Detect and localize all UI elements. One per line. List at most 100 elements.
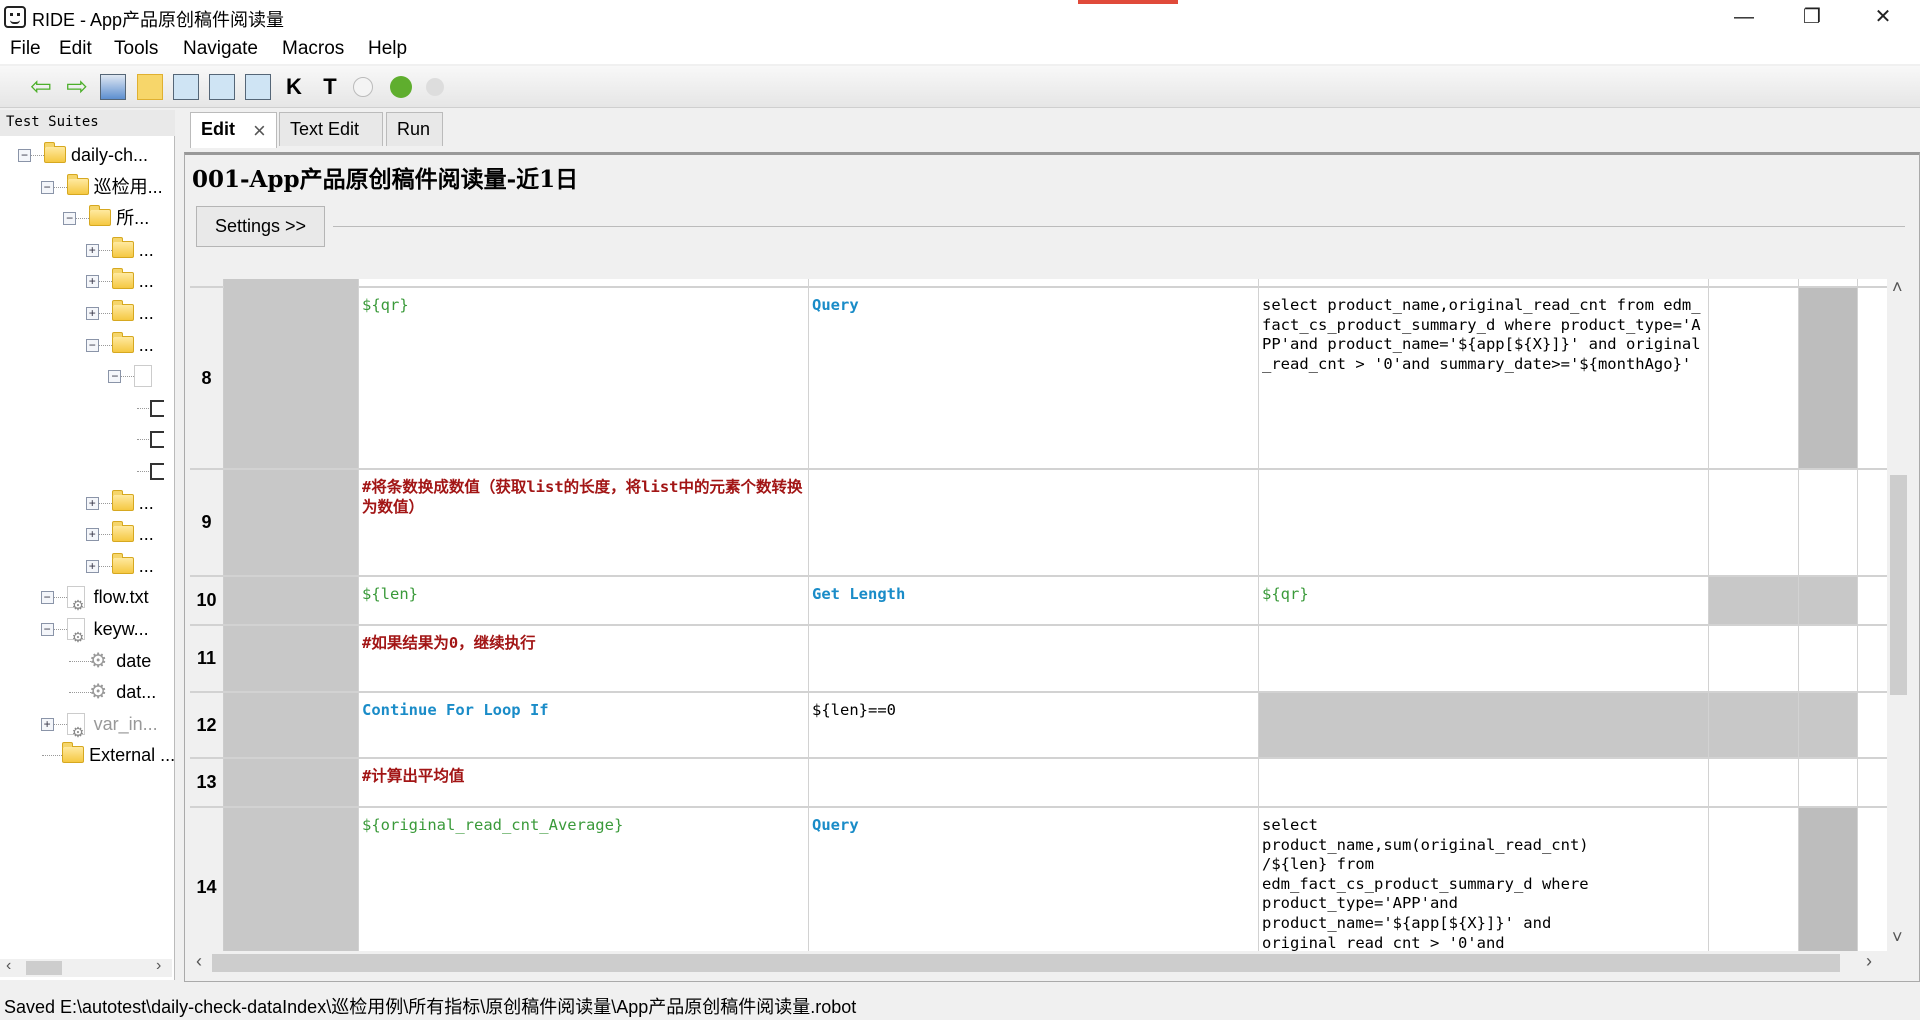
collapse-icon[interactable]: − bbox=[40, 591, 54, 605]
checkbox[interactable] bbox=[150, 399, 164, 417]
expand-icon[interactable]: + bbox=[85, 243, 99, 257]
tree-item[interactable]: − 巡检用... bbox=[0, 173, 172, 201]
search-tests-icon[interactable]: T bbox=[317, 74, 343, 100]
scroll-down-icon[interactable]: ˅ bbox=[1892, 927, 1903, 948]
tree-item[interactable]: −... bbox=[0, 331, 172, 359]
expand-icon[interactable]: + bbox=[85, 307, 99, 320]
grid-cell[interactable]: Get Length bbox=[809, 577, 1259, 624]
tree-item[interactable] bbox=[0, 457, 172, 485]
collapse-icon[interactable]: − bbox=[18, 149, 31, 162]
checkbox[interactable] bbox=[150, 463, 164, 480]
grid-cell[interactable] bbox=[809, 759, 1259, 806]
expand-icon[interactable]: + bbox=[85, 496, 99, 510]
tree-item[interactable]: +... bbox=[0, 520, 172, 548]
row-number[interactable]: 9 bbox=[190, 470, 224, 575]
tree-item[interactable]: +... bbox=[0, 236, 172, 264]
menu-tools[interactable]: Tools bbox=[114, 38, 158, 60]
row-number[interactable]: 8 bbox=[190, 288, 224, 468]
scroll-left-icon[interactable]: ‹ bbox=[196, 951, 202, 972]
tree-item[interactable]: +... bbox=[0, 299, 172, 327]
grid-cell[interactable]: ${len} bbox=[359, 577, 809, 624]
grid-cell[interactable] bbox=[1799, 288, 1858, 468]
grid-cell[interactable] bbox=[809, 626, 1259, 691]
grid-cell[interactable] bbox=[1259, 626, 1709, 691]
tree-item[interactable]: + ⚙ var_in... bbox=[0, 710, 172, 740]
expand-icon[interactable]: + bbox=[40, 717, 54, 731]
collapse-icon[interactable]: − bbox=[85, 338, 99, 352]
grid-cell[interactable]: #将条数换成数值（获取list的长度，将list中的元素个数转换为数值） bbox=[359, 470, 809, 575]
tree-item[interactable]: ⚙ dat... bbox=[0, 678, 172, 706]
grid-cell[interactable]: Query bbox=[809, 808, 1259, 951]
grid-cell[interactable] bbox=[1259, 693, 1709, 757]
tree-item[interactable]: +... bbox=[0, 267, 172, 295]
grid-vertical-thumb[interactable] bbox=[1890, 475, 1907, 695]
grid-cell[interactable] bbox=[1709, 470, 1799, 575]
tree-item[interactable]: − 所... bbox=[0, 204, 172, 232]
grid-cell[interactable] bbox=[1709, 626, 1799, 691]
tree-item[interactable]: − bbox=[0, 362, 172, 390]
grid-cell[interactable]: ${original_read_cnt_Average} bbox=[359, 808, 809, 951]
forward-icon[interactable]: ⇨ bbox=[64, 73, 90, 100]
tree-item[interactable]: +... bbox=[0, 489, 172, 517]
collapse-icon[interactable]: − bbox=[40, 180, 54, 194]
menu-help[interactable]: Help bbox=[368, 38, 407, 60]
grid-cell[interactable] bbox=[1259, 470, 1709, 575]
grid-cell[interactable] bbox=[809, 470, 1259, 575]
row-number[interactable]: 11 bbox=[190, 626, 224, 691]
grid-cell[interactable] bbox=[1709, 693, 1799, 757]
collapse-icon[interactable]: − bbox=[63, 212, 77, 226]
row-number[interactable]: 13 bbox=[190, 759, 224, 806]
collapse-icon[interactable]: − bbox=[40, 623, 54, 636]
close-button[interactable]: ✕ bbox=[1853, 0, 1913, 34]
grid-cell[interactable] bbox=[1799, 577, 1858, 624]
collapse-icon[interactable]: − bbox=[108, 370, 122, 384]
grid-cell[interactable]: Continue For Loop If bbox=[359, 693, 809, 757]
row-number[interactable]: 12 bbox=[190, 693, 224, 757]
open-suite-icon[interactable] bbox=[100, 74, 126, 100]
grid-cell[interactable]: select product_name,original_read_cnt fr… bbox=[1259, 288, 1709, 468]
grid-cell[interactable] bbox=[1799, 693, 1858, 757]
grid-cell[interactable] bbox=[1799, 626, 1858, 691]
expand-icon[interactable]: + bbox=[85, 528, 99, 542]
tree-item[interactable]: − ⚙ keyw... bbox=[0, 615, 172, 645]
grid-cell[interactable]: ${qr} bbox=[1259, 577, 1709, 624]
grid-cell[interactable] bbox=[1799, 470, 1858, 575]
save-as-icon[interactable] bbox=[245, 74, 271, 100]
menu-edit[interactable]: Edit bbox=[59, 38, 92, 60]
scroll-right-icon[interactable]: › bbox=[1866, 951, 1872, 972]
menu-file[interactable]: File bbox=[10, 38, 41, 60]
search-keywords-icon[interactable]: K bbox=[281, 74, 307, 100]
tree-item[interactable] bbox=[0, 425, 172, 453]
close-tab-icon[interactable]: × bbox=[253, 118, 266, 144]
save-icon[interactable] bbox=[173, 74, 199, 100]
tree-item[interactable] bbox=[0, 394, 172, 422]
menu-navigate[interactable]: Navigate bbox=[183, 38, 258, 60]
scroll-left-icon[interactable]: ‹ bbox=[6, 957, 11, 975]
stop-icon[interactable] bbox=[426, 78, 444, 96]
settings-button[interactable]: Settings >> bbox=[196, 206, 325, 247]
grid-cell[interactable] bbox=[1799, 808, 1858, 951]
checkbox[interactable] bbox=[150, 431, 164, 449]
grid-cell[interactable] bbox=[1709, 288, 1799, 468]
tree-item[interactable]: − ⚙ flow.txt bbox=[0, 583, 172, 613]
minimize-button[interactable]: — bbox=[1714, 0, 1774, 34]
scroll-up-icon[interactable]: ˄ bbox=[1892, 277, 1903, 298]
scroll-right-icon[interactable]: › bbox=[156, 957, 161, 975]
save-all-icon[interactable] bbox=[209, 74, 235, 100]
grid-cell[interactable] bbox=[1799, 759, 1858, 806]
grid-cell[interactable]: #计算出平均值 bbox=[359, 759, 809, 806]
grid-horizontal-thumb[interactable] bbox=[212, 954, 1840, 972]
tab-text-edit[interactable]: Text Edit bbox=[279, 112, 383, 146]
grid-cell[interactable]: select product_name,sum(original_read_cn… bbox=[1259, 808, 1709, 951]
menu-macros[interactable]: Macros bbox=[282, 38, 344, 60]
debug-icon[interactable] bbox=[390, 76, 412, 98]
tree-item[interactable]: External ... bbox=[0, 741, 175, 769]
grid-cell[interactable] bbox=[1259, 759, 1709, 806]
grid-cell[interactable]: #如果结果为0，继续执行 bbox=[359, 626, 809, 691]
grid-cell[interactable] bbox=[1709, 759, 1799, 806]
tree-horizontal-scrollbar[interactable]: ‹ › bbox=[0, 957, 172, 977]
expand-icon[interactable]: + bbox=[85, 275, 99, 289]
tree-item[interactable]: − daily-ch... bbox=[0, 141, 172, 169]
grid-cell[interactable]: ${len}==0 bbox=[809, 693, 1259, 757]
tab-run[interactable]: Run bbox=[386, 112, 443, 146]
